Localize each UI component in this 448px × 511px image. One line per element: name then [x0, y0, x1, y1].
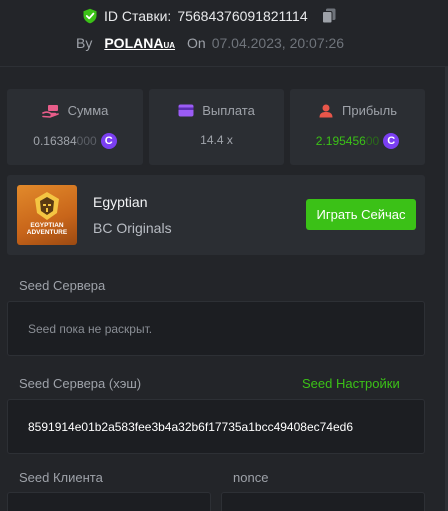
money-hand-icon: [41, 104, 59, 118]
stat-payout-value: 14.4 x: [200, 133, 233, 147]
coin-icon: C: [100, 133, 117, 149]
server-seed-label: Seed Сервера: [19, 278, 106, 293]
card-icon: [178, 104, 194, 117]
bet-date: 07.04.2023, 20:07:26: [211, 35, 345, 51]
game-provider: BC Originals: [93, 220, 172, 236]
nonce-field[interactable]: [221, 492, 425, 511]
stat-profit-label: Прибыль: [342, 103, 397, 118]
stat-card-profit: Прибыль 2.19545600 C: [290, 89, 425, 165]
bet-id-label: ID Ставки:: [104, 8, 172, 24]
stat-amount-label: Сумма: [67, 103, 109, 118]
stat-card-payout: Выплата 14.4 x: [149, 89, 284, 165]
client-seed-field[interactable]: [7, 492, 211, 511]
username-suffix[interactable]: UA: [163, 41, 175, 50]
stat-amount-trailing-zeros: 000: [76, 134, 97, 148]
play-now-button[interactable]: Играть Сейчас: [306, 199, 416, 230]
copy-icon[interactable]: [321, 8, 336, 24]
bet-header: ID Ставки: 75684376091821114 By POLANA U…: [0, 0, 448, 64]
server-seed-field[interactable]: Seed пока не раскрыт.: [7, 301, 425, 356]
server-seed-hash-label: Seed Сервера (хэш): [19, 376, 142, 391]
verified-shield-icon: [83, 8, 97, 24]
by-label: By: [76, 35, 93, 51]
bet-id-value: 75684376091821114: [177, 8, 308, 24]
stat-card-amount: Сумма 0.16384000 C: [7, 89, 143, 165]
client-seed-label: Seed Клиента: [19, 470, 103, 485]
game-thumbnail[interactable]: EGYPTIAN ADVENTURE: [17, 185, 77, 245]
seed-settings-link[interactable]: Seed Настройки: [302, 376, 400, 391]
coin-icon: C: [383, 133, 400, 149]
user-profit-icon: [319, 104, 333, 117]
header-divider: [0, 66, 448, 67]
stat-profit-value: 2.195456: [315, 134, 366, 148]
bet-author-row: By POLANA UA On 07.04.2023, 20:07:26: [76, 35, 344, 51]
stat-payout-label: Выплата: [202, 103, 255, 118]
bet-id-row: ID Ставки: 75684376091821114: [82, 8, 336, 24]
pharaoh-icon: [35, 192, 59, 220]
stat-amount-value: 0.16384: [33, 134, 77, 148]
username-link[interactable]: POLANA: [104, 35, 163, 51]
stat-profit-trailing-zeros: 00: [365, 134, 380, 148]
on-label: On: [187, 35, 206, 51]
game-name[interactable]: Egyptian: [93, 194, 147, 210]
nonce-label: nonce: [233, 470, 269, 485]
game-card: EGYPTIAN ADVENTURE Egyptian BC Originals…: [7, 175, 425, 255]
game-thumbnail-title: EGYPTIAN ADVENTURE: [26, 222, 68, 237]
server-seed-hash-field[interactable]: 8591914e01b2a583fee3b4a32b6f17735a1bcc49…: [7, 399, 425, 454]
